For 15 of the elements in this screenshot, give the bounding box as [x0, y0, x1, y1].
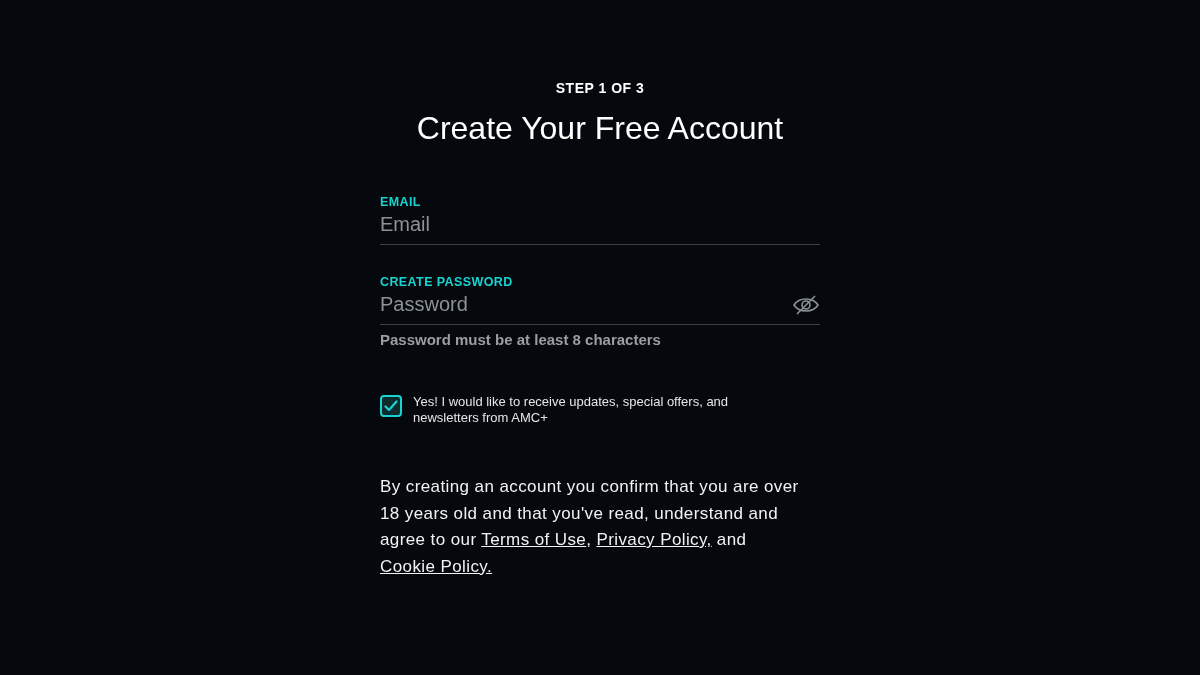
policy-link[interactable]: Cookie Policy.	[380, 556, 493, 576]
email-field[interactable]: Email	[380, 213, 820, 236]
page-title: Create Your Free Account	[416, 110, 784, 147]
newsletter-label: Yes! I would like to receive updates, special offers, and newsletters from AMC+	[413, 394, 730, 426]
legal-notice: By creating an account you confirm that you are over 18 years old and that you've read, understand and agree to our Terms of Use, Privacy Policy, and Cookie Policy.	[380, 476, 800, 578]
newsletter-checkbox[interactable]	[380, 395, 402, 417]
field-label: EMAIL	[380, 195, 421, 209]
hide-password-icon[interactable]	[792, 293, 820, 316]
password-field[interactable]: Password	[380, 293, 792, 316]
check-icon	[384, 400, 398, 412]
password-hint: Password must be at least 8 characters	[380, 331, 661, 348]
field-label: CREATE PASSWORD	[380, 275, 513, 289]
policy-link[interactable]: Privacy Policy,	[596, 530, 712, 549]
policy-link[interactable]: Terms of Use	[481, 530, 587, 549]
step-indicator: STEP 1 OF 3	[555, 80, 645, 96]
